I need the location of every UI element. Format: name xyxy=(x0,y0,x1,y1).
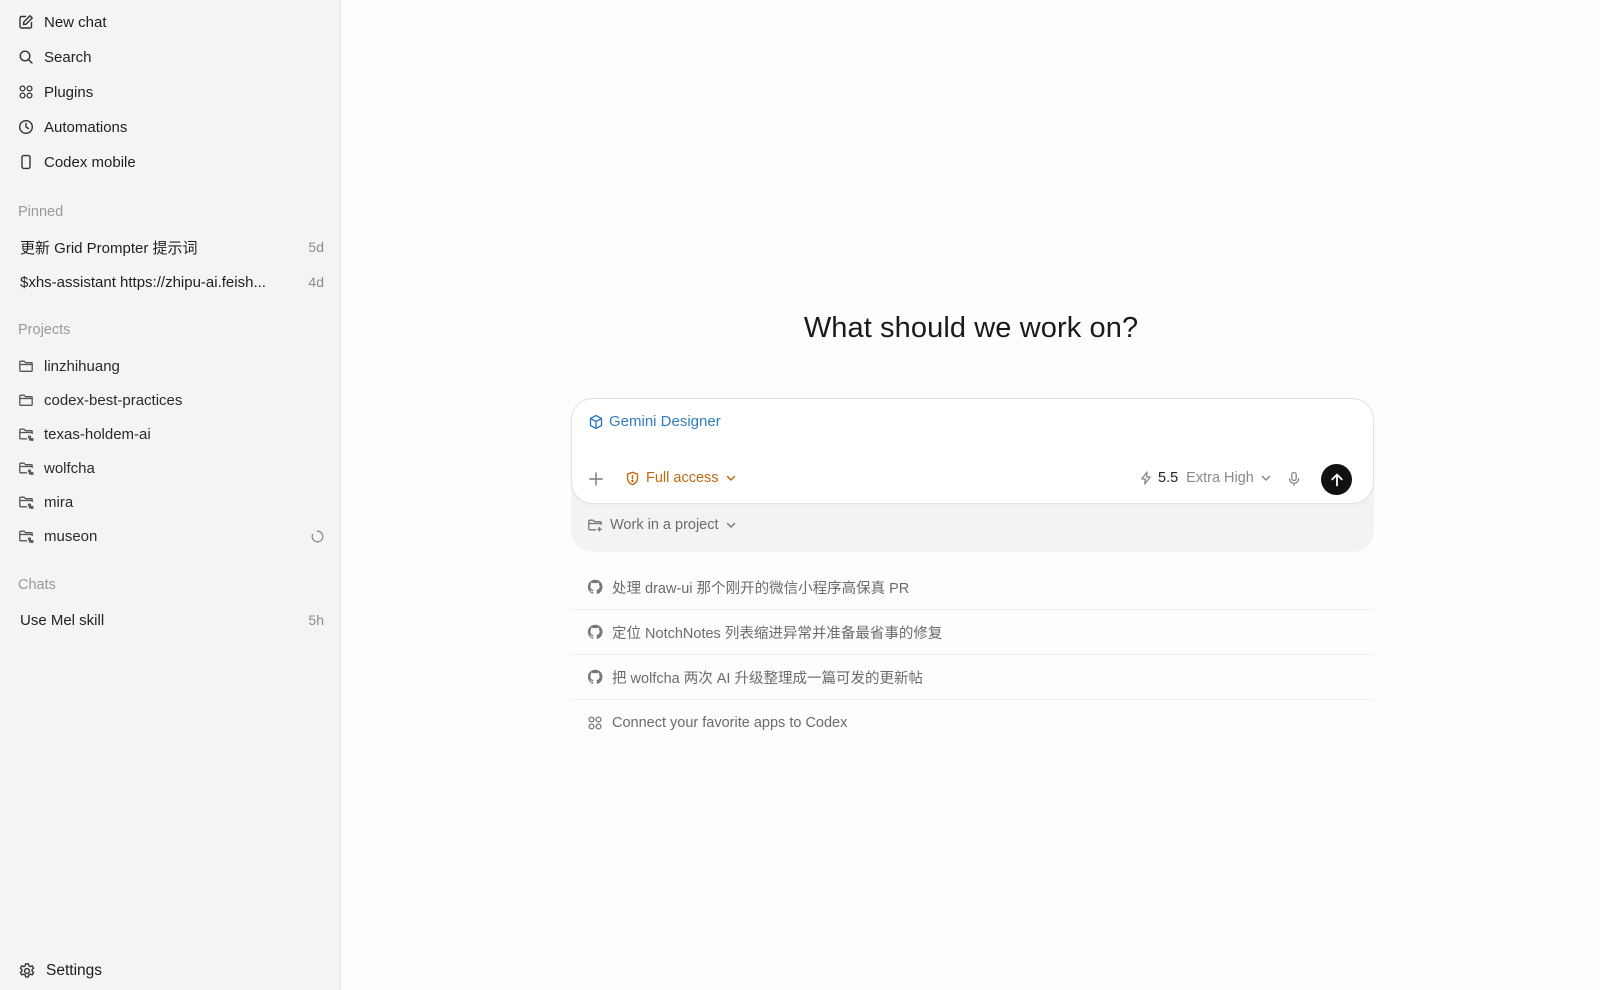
attach-button[interactable] xyxy=(586,469,606,489)
suggestion-item[interactable]: Connect your favorite apps to Codex xyxy=(571,700,1374,745)
plus-icon xyxy=(589,472,603,486)
plugins-label: Plugins xyxy=(44,83,94,101)
folder-icon xyxy=(18,358,34,374)
folder-branch-icon xyxy=(18,528,34,544)
github-icon xyxy=(587,579,603,595)
suggestion-text: 把 wolfcha 两次 AI 升级整理成一篇可发的更新帖 xyxy=(612,670,923,687)
grid-icon xyxy=(587,715,603,731)
pinned-item-title: 更新 Grid Prompter 提示词 xyxy=(20,239,198,257)
project-label: wolfcha xyxy=(44,459,95,477)
project-item-wolfcha[interactable]: wolfcha xyxy=(0,454,341,482)
project-label: texas-holdem-ai xyxy=(44,425,151,443)
search-icon xyxy=(18,49,34,65)
project-item-texas-holdem-ai[interactable]: texas-holdem-ai xyxy=(0,420,341,448)
settings-label: Settings xyxy=(46,962,103,979)
project-label: linzhihuang xyxy=(44,357,120,375)
model-dropdown[interactable]: 5.5 Extra High xyxy=(1139,470,1272,486)
new-chat-label: New chat xyxy=(44,13,107,31)
suggestion-item[interactable]: 定位 NotchNotes 列表缩进异常并准备最省事的修复 xyxy=(571,610,1374,655)
chat-item[interactable]: Use Mel skill 5h xyxy=(0,605,341,635)
skill-tag-label: Gemini Designer xyxy=(609,413,721,430)
folder-icon xyxy=(18,392,34,408)
gear-icon xyxy=(18,962,36,980)
folder-branch-icon xyxy=(18,460,34,476)
chats-heading: Chats xyxy=(18,577,56,593)
page-title: What should we work on? xyxy=(803,312,1139,344)
project-label: codex-best-practices xyxy=(44,391,183,409)
shield-alert-icon xyxy=(625,471,640,486)
codex-mobile-label: Codex mobile xyxy=(44,153,136,171)
microphone-button[interactable] xyxy=(1284,469,1304,489)
arrow-up-icon xyxy=(1330,473,1343,486)
suggestion-text: Connect your favorite apps to Codex xyxy=(612,714,848,731)
phone-icon xyxy=(18,154,34,170)
microphone-icon xyxy=(1288,471,1300,487)
suggestion-text: 定位 NotchNotes 列表缩进异常并准备最省事的修复 xyxy=(612,625,943,642)
github-icon xyxy=(587,669,603,685)
pinned-item[interactable]: $xhs-assistant https://zhipu-ai.feish...… xyxy=(0,267,341,297)
compose-icon xyxy=(18,14,34,30)
send-button[interactable] xyxy=(1321,464,1352,495)
pinned-item-title: $xhs-assistant https://zhipu-ai.feish... xyxy=(20,273,266,291)
github-icon xyxy=(587,624,603,640)
model-effort: Extra High xyxy=(1186,470,1254,486)
suggestion-list: 处理 draw-ui 那个刚开的微信小程序高保真 PR 定位 NotchNote… xyxy=(571,565,1374,745)
composer-input[interactable]: Gemini Designer Full access 5.5 Extra Hi… xyxy=(571,398,1374,504)
work-in-project-label: Work in a project xyxy=(610,517,719,533)
project-item-mira[interactable]: mira xyxy=(0,488,341,516)
plugins-button[interactable]: Plugins xyxy=(0,77,341,107)
suggestion-item[interactable]: 把 wolfcha 两次 AI 升级整理成一篇可发的更新帖 xyxy=(571,655,1374,700)
pinned-item-age: 4d xyxy=(308,274,324,290)
folder-branch-icon xyxy=(18,494,34,510)
pinned-heading: Pinned xyxy=(18,204,64,220)
chevron-down-icon xyxy=(725,519,737,531)
lightning-icon xyxy=(1139,471,1153,485)
clock-icon xyxy=(18,119,34,135)
project-item-linzhihuang[interactable]: linzhihuang xyxy=(0,352,341,380)
model-version: 5.5 xyxy=(1158,470,1179,486)
loading-spinner-icon xyxy=(311,530,324,543)
chat-item-title: Use Mel skill xyxy=(20,611,105,629)
grid-icon xyxy=(18,84,34,100)
composer-container: Gemini Designer Full access 5.5 Extra Hi… xyxy=(571,398,1374,552)
pinned-item-age: 5d xyxy=(308,239,324,255)
work-in-project-dropdown[interactable]: Work in a project xyxy=(587,517,737,533)
access-mode-dropdown[interactable]: Full access xyxy=(625,470,737,486)
main-panel: What should we work on? Gemini Designer … xyxy=(342,0,1600,990)
projects-heading: Projects xyxy=(18,322,71,338)
cube-icon xyxy=(588,414,604,430)
automations-button[interactable]: Automations xyxy=(0,112,341,142)
project-item-museon[interactable]: museon xyxy=(0,522,341,550)
chat-item-age: 5h xyxy=(308,612,324,628)
skill-tag[interactable]: Gemini Designer xyxy=(588,413,721,430)
sidebar: New chat Search Plugins Automations Code… xyxy=(0,0,341,990)
search-button[interactable]: Search xyxy=(0,42,341,72)
settings-button[interactable]: Settings xyxy=(0,956,341,986)
project-label: mira xyxy=(44,493,74,511)
project-label: museon xyxy=(44,527,98,545)
pinned-item[interactable]: 更新 Grid Prompter 提示词 5d xyxy=(0,232,341,262)
new-chat-button[interactable]: New chat xyxy=(0,7,341,37)
suggestion-text: 处理 draw-ui 那个刚开的微信小程序高保真 PR xyxy=(612,580,910,597)
chevron-down-icon xyxy=(725,472,737,484)
folder-branch-icon xyxy=(18,426,34,442)
project-item-codex-best-practices[interactable]: codex-best-practices xyxy=(0,386,341,414)
chevron-down-icon xyxy=(1260,472,1272,484)
access-mode-label: Full access xyxy=(646,470,719,486)
automations-label: Automations xyxy=(44,118,128,136)
folder-plus-icon xyxy=(587,517,603,533)
codex-mobile-button[interactable]: Codex mobile xyxy=(0,147,341,177)
suggestion-item[interactable]: 处理 draw-ui 那个刚开的微信小程序高保真 PR xyxy=(571,565,1374,610)
search-label: Search xyxy=(44,48,92,66)
